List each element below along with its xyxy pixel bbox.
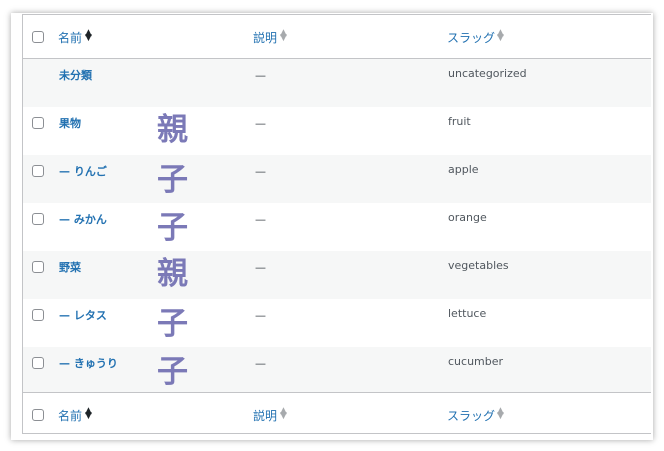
sort-icon[interactable]: ▲ ▼	[497, 407, 504, 421]
categories-table: 名前 ▲ ▼ 説明 ▲ ▼ スラッグ ▲ ▼ 未分類 — uncategorized …	[22, 14, 651, 434]
select-all-checkbox[interactable]	[32, 409, 44, 421]
table-row: — みかん 子 — orange	[23, 203, 651, 251]
term-name-link[interactable]: 果物	[59, 115, 81, 131]
row-checkbox[interactable]	[32, 117, 44, 129]
term-name-link[interactable]: 未分類	[59, 67, 92, 83]
row-checkbox[interactable]	[32, 261, 44, 273]
term-name-link[interactable]: 野菜	[59, 259, 81, 275]
term-description: —	[255, 69, 266, 82]
child-marker: 子	[157, 306, 188, 342]
column-header-slug[interactable]: スラッグ	[447, 29, 495, 46]
term-description: —	[255, 165, 266, 178]
column-footer-name[interactable]: 名前	[58, 407, 82, 424]
sort-icon[interactable]: ▲ ▼	[85, 407, 92, 421]
column-footer-slug[interactable]: スラッグ	[447, 407, 495, 424]
child-marker: 子	[157, 162, 188, 198]
row-checkbox[interactable]	[32, 357, 44, 369]
column-header-name[interactable]: 名前	[58, 29, 82, 46]
table-row: 果物 親 — fruit	[23, 107, 651, 155]
child-marker: 子	[157, 354, 188, 390]
table-row: 未分類 — uncategorized	[23, 59, 651, 107]
term-slug: apple	[448, 163, 479, 176]
parent-marker: 親	[157, 256, 188, 292]
select-all-checkbox[interactable]	[32, 31, 44, 43]
sort-icon[interactable]: ▲ ▼	[85, 29, 92, 43]
term-slug: vegetables	[448, 259, 509, 272]
table-row: — りんご 子 — apple	[23, 155, 651, 203]
term-description: —	[255, 213, 266, 226]
term-description: —	[255, 117, 266, 130]
table-row: — レタス 子 — lettuce	[23, 299, 651, 347]
table-row: 野菜 親 — vegetables	[23, 251, 651, 299]
term-name-link[interactable]: — みかん	[59, 211, 107, 227]
table-header: 名前 ▲ ▼ 説明 ▲ ▼ スラッグ ▲ ▼	[23, 15, 651, 59]
child-marker: 子	[157, 210, 188, 246]
table-row: — きゅうり 子 — cucumber	[23, 347, 651, 392]
term-name-link[interactable]: — きゅうり	[59, 355, 118, 371]
term-slug: uncategorized	[448, 67, 527, 80]
row-checkbox[interactable]	[32, 309, 44, 321]
sort-icon[interactable]: ▲ ▼	[280, 29, 287, 43]
term-name-link[interactable]: — りんご	[59, 163, 107, 179]
term-slug: lettuce	[448, 307, 487, 320]
column-footer-description[interactable]: 説明	[253, 407, 277, 424]
table-panel: 名前 ▲ ▼ 説明 ▲ ▼ スラッグ ▲ ▼ 未分類 — uncategorized …	[11, 13, 653, 440]
term-description: —	[255, 261, 266, 274]
sort-icon[interactable]: ▲ ▼	[280, 407, 287, 421]
term-slug: cucumber	[448, 355, 504, 368]
row-checkbox[interactable]	[32, 165, 44, 177]
term-description: —	[255, 357, 266, 370]
row-checkbox[interactable]	[32, 213, 44, 225]
parent-marker: 親	[157, 112, 188, 148]
sort-icon[interactable]: ▲ ▼	[497, 29, 504, 43]
term-description: —	[255, 309, 266, 322]
table-footer: 名前 ▲ ▼ 説明 ▲ ▼ スラッグ ▲ ▼	[23, 392, 651, 433]
term-slug: fruit	[448, 115, 471, 128]
term-slug: orange	[448, 211, 487, 224]
term-name-link[interactable]: — レタス	[59, 307, 107, 323]
column-header-description[interactable]: 説明	[253, 29, 277, 46]
